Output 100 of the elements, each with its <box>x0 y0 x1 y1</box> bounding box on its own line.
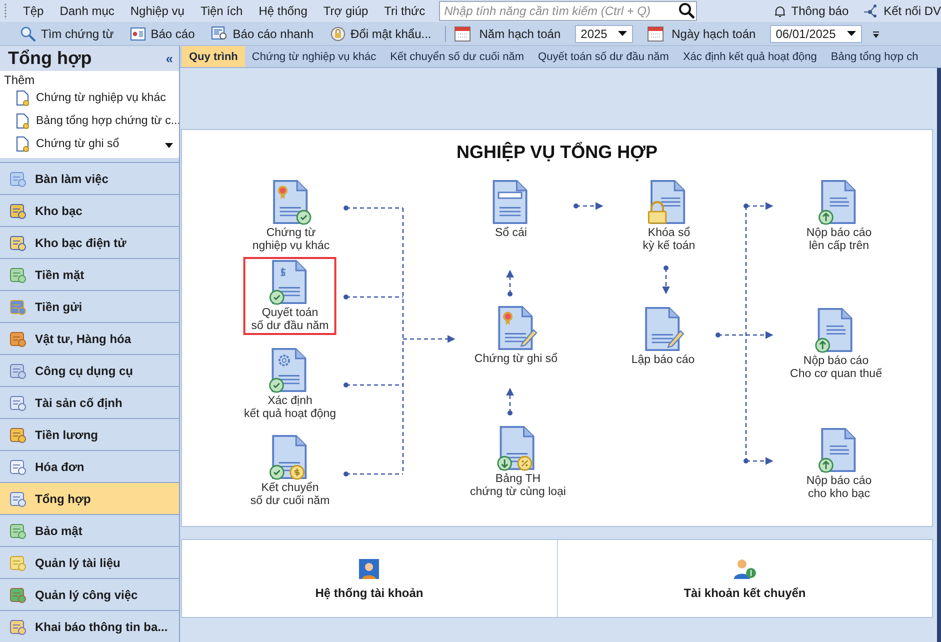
menu-item[interactable]: Hệ thống <box>250 4 316 18</box>
module-icon <box>9 202 27 220</box>
dropdown-caret-icon[interactable] <box>618 31 627 36</box>
panel-title: Tổng hợp <box>8 48 92 69</box>
password-lock-icon[interactable] <box>330 26 346 42</box>
connector-dot <box>664 266 668 270</box>
module-icon <box>9 394 27 412</box>
process-node[interactable]: Quyết toán số dư đầu năm <box>243 257 337 335</box>
document-icon <box>16 136 30 152</box>
sidebar-item[interactable]: Công cụ dụng cụ <box>0 354 179 386</box>
process-node[interactable]: Chứng từ ghi sổ <box>466 303 566 368</box>
connect-link[interactable]: Kết nối DV <box>884 4 941 18</box>
bell-icon[interactable] <box>774 4 786 18</box>
connector-arrow <box>746 457 774 465</box>
sidebar-item[interactable]: Bàn làm việc <box>0 162 179 194</box>
menu-item[interactable]: Danh mục <box>52 4 122 18</box>
scroll-down-icon[interactable] <box>165 142 173 148</box>
sidebar-item[interactable]: Kho bạc điện tử <box>0 226 179 258</box>
process-node[interactable]: Nộp báo cáo Cho cơ quan thuế <box>782 305 890 383</box>
connector-arrow <box>506 270 514 294</box>
report-icon[interactable] <box>130 26 146 40</box>
field-label: Ngày hạch toán <box>672 26 756 40</box>
process-node[interactable]: Chứng từ nghiệp vụ khác <box>244 177 338 255</box>
sidebar-link[interactable]: Chứng từ nghiệp vụ khác <box>36 92 166 104</box>
connector-arrow <box>746 202 774 210</box>
collapse-button[interactable]: « <box>166 50 173 66</box>
tab[interactable]: Chứng từ nghiệp vụ khác <box>244 46 384 67</box>
field-label: Năm hạch toán <box>479 26 561 40</box>
date-select[interactable]: 06/01/2025 <box>770 24 862 42</box>
tab[interactable]: Quyết toán số dư đầu năm <box>531 46 676 67</box>
sidebar-item[interactable]: Tổng hợp <box>0 482 179 514</box>
tab[interactable]: Bảng tổng hợp ch <box>824 46 926 67</box>
section-title: Thêm <box>4 72 36 87</box>
sidebar-item[interactable]: Tài sản cố định <box>0 386 179 418</box>
document-icon <box>16 90 30 106</box>
sidebar-item[interactable]: Khai báo thông tin ba... <box>0 610 179 642</box>
process-node[interactable]: Xác định kết quả hoạt động <box>236 345 344 423</box>
process-node[interactable]: Nộp báo cáo lên cấp trên <box>798 177 880 255</box>
diagram-title: NGHIỆP VỤ TỔNG HỢP <box>455 142 659 163</box>
toolbar-button[interactable]: Đổi mật khẩu... <box>324 26 438 42</box>
module-icon <box>9 490 27 508</box>
connector-arrow <box>576 202 604 210</box>
sidebar-item[interactable]: Quản lý tài liệu <box>0 546 179 578</box>
menu-item[interactable]: Trợ giúp <box>315 4 376 18</box>
process-node[interactable]: Sổ cái <box>480 177 542 242</box>
sidebar-link[interactable]: Chứng từ ghi sổ <box>36 138 120 150</box>
module-icon <box>9 266 27 284</box>
sidebar-item[interactable]: Hóa đơn <box>0 450 179 482</box>
calendar-icon <box>646 26 664 42</box>
connector-dot <box>508 410 512 416</box>
menu-item[interactable]: Tệp <box>15 4 52 18</box>
toolbar-button[interactable]: Báo cáo <box>124 26 201 40</box>
sidebar-item[interactable]: Tiền lương <box>0 418 179 450</box>
tab[interactable]: Quy trình <box>182 46 245 67</box>
sidebar-item[interactable]: Bảo mật <box>0 514 179 546</box>
network-icon[interactable] <box>862 4 879 18</box>
connector-dot <box>744 458 748 464</box>
tab[interactable]: Kết chuyển số dư cuối năm <box>383 46 532 67</box>
sidebar-item[interactable]: Tiền mặt <box>0 258 179 290</box>
sidebar-item[interactable]: Quản lý công việc <box>0 578 179 610</box>
sidebar-item[interactable]: Tiền gửi <box>0 290 179 322</box>
sidebar-link[interactable]: Bảng tổng hợp chứng từ c... <box>36 115 179 128</box>
module-icon <box>9 458 27 476</box>
process-node[interactable]: Bảng TH chứng từ cùng loại <box>462 423 574 501</box>
sidebar-item[interactable]: Vật tư, Hàng hóa <box>0 322 179 354</box>
module-icon <box>9 298 27 316</box>
module-icon <box>9 362 27 380</box>
search-icon[interactable] <box>678 2 696 20</box>
module-icon <box>9 554 27 572</box>
report-search-icon[interactable] <box>210 26 228 41</box>
year-select[interactable]: 2025 <box>574 24 633 42</box>
toolbar-button[interactable]: Báo cáo nhanh <box>204 26 320 41</box>
connector-dot <box>344 294 348 300</box>
menu-item[interactable]: Tiện ích <box>192 4 251 18</box>
person-coin-icon <box>732 558 757 580</box>
module-icon <box>9 618 27 636</box>
search-field[interactable]: Nhập tính năng cần tìm kiếm (Ctrl + Q) <box>439 1 698 21</box>
process-node[interactable]: Nộp báo cáo cho kho bạc <box>798 425 880 503</box>
connector-dot <box>716 332 720 338</box>
connector-arrow <box>718 331 774 339</box>
connector-arrow <box>403 335 456 343</box>
menu-item[interactable]: Tri thức <box>376 4 434 18</box>
sidebar-item[interactable]: Kho bạc <box>0 194 179 226</box>
tab[interactable]: Xác định kết quả hoạt động <box>676 46 824 67</box>
process-node[interactable]: Kết chuyển số dư cuối năm <box>242 432 338 510</box>
toolbar-button[interactable]: Tìm chứng từ <box>14 26 120 42</box>
overflow-icon[interactable] <box>872 28 880 38</box>
menu-item[interactable]: Nghiệp vụ <box>122 4 192 18</box>
module-icon <box>9 330 27 348</box>
module-icon <box>9 426 27 444</box>
notifications-link[interactable]: Thông báo <box>791 4 849 18</box>
process-node[interactable]: Khóa sổ kỳ kế toán <box>634 177 704 255</box>
module-icon <box>9 586 27 604</box>
connector-dot <box>744 204 748 208</box>
module-icon <box>9 234 27 252</box>
dropdown-caret-icon[interactable] <box>846 31 856 36</box>
process-node[interactable]: Lập báo cáo <box>623 304 703 369</box>
shortcut-tile[interactable]: Tài khoản kết chuyển <box>558 540 932 617</box>
shortcut-tile[interactable]: Hệ thống tài khoản <box>182 540 558 617</box>
account-system-icon <box>358 558 380 580</box>
